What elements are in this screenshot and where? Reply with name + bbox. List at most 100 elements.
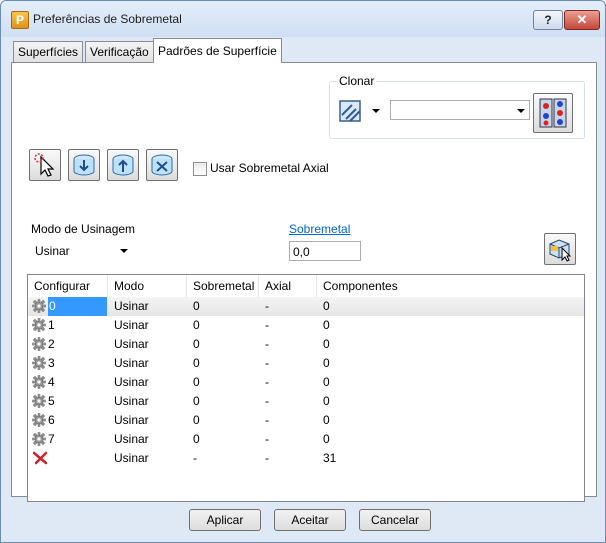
select-surfaces-button[interactable] xyxy=(29,149,61,181)
apply-button[interactable]: Aplicar xyxy=(189,509,261,531)
cell-mode: Usinar xyxy=(114,299,149,313)
help-button[interactable]: ? xyxy=(533,10,563,30)
table-header: Configurar Modo Sobremetal Axial Compone… xyxy=(28,275,584,297)
cell-components: 0 xyxy=(323,318,330,332)
cell-axial: - xyxy=(265,318,269,332)
cell-mode: Usinar xyxy=(114,318,149,332)
cell-components: 0 xyxy=(323,356,330,370)
close-button[interactable]: ✕ xyxy=(564,10,600,30)
arrow-down-cylinder-icon xyxy=(73,154,95,176)
clone-source-dropdown[interactable] xyxy=(390,100,530,120)
cell-axial: - xyxy=(265,356,269,370)
cell-mode: Usinar xyxy=(114,451,149,465)
table-row[interactable]: 7 Usinar 0 - 0 xyxy=(28,430,584,449)
column-header-set[interactable]: Configurar xyxy=(28,275,108,297)
cell-allowance: 0 xyxy=(193,318,200,332)
cell-axial: - xyxy=(265,299,269,313)
chevron-down-icon xyxy=(120,249,128,253)
axial-allowance-checkbox[interactable] xyxy=(193,162,207,176)
accept-button[interactable]: Aceitar xyxy=(274,509,346,531)
cell-axial: - xyxy=(265,337,269,351)
clone-type-icon xyxy=(339,100,361,122)
gear-icon xyxy=(32,356,46,370)
gear-icon xyxy=(32,413,46,427)
acquire-set-up-button[interactable] xyxy=(107,149,139,181)
gear-icon xyxy=(32,375,46,389)
gear-icon xyxy=(32,337,46,351)
axial-allowance-label: Usar Sobremetal Axial xyxy=(210,161,329,175)
machining-mode-value: Usinar xyxy=(35,244,70,258)
cell-axial: - xyxy=(265,413,269,427)
tab-surfaces[interactable]: Superfícies xyxy=(13,41,84,62)
allowance-input[interactable]: 0,0 xyxy=(289,241,361,261)
table-row[interactable]: 0 Usinar 0 - 0 xyxy=(28,297,584,316)
cell-allowance: - xyxy=(193,451,197,465)
table-row[interactable]: 3 Usinar 0 - 0 xyxy=(28,354,584,373)
cell-components: 0 xyxy=(323,375,330,389)
preview-button[interactable] xyxy=(544,233,576,265)
column-header-mode[interactable]: Modo xyxy=(108,275,187,297)
arrow-up-cylinder-icon xyxy=(112,154,134,176)
cell-axial: - xyxy=(265,432,269,446)
cell-set: 4 xyxy=(48,375,55,389)
dialog-window: P Preferências de Sobremetal ? ✕ Superfí… xyxy=(0,0,606,543)
cell-mode: Usinar xyxy=(114,394,149,408)
cell-allowance: 0 xyxy=(193,356,200,370)
cell-mode: Usinar xyxy=(114,432,149,446)
column-header-components[interactable]: Componentes xyxy=(317,275,584,297)
table-row[interactable]: 1 Usinar 0 - 0 xyxy=(28,316,584,335)
reset-set-button[interactable] xyxy=(146,149,178,181)
cell-components: 0 xyxy=(323,432,330,446)
cell-allowance: 0 xyxy=(193,337,200,351)
column-header-axial[interactable]: Axial xyxy=(259,275,317,297)
chevron-down-icon xyxy=(517,109,525,113)
cell-components: 0 xyxy=(323,413,330,427)
tab-verification[interactable]: Verificação xyxy=(85,41,154,62)
model-cursor-icon xyxy=(549,239,572,262)
cell-mode: Usinar xyxy=(114,356,149,370)
clone-group-label: Clonar xyxy=(337,74,377,88)
cell-set: 2 xyxy=(48,337,55,351)
cell-allowance: 0 xyxy=(193,394,200,408)
cell-axial: - xyxy=(265,451,269,465)
apply-set-down-button[interactable] xyxy=(68,149,100,181)
cancel-button[interactable]: Cancelar xyxy=(359,509,431,531)
table-row[interactable]: 6 Usinar 0 - 0 xyxy=(28,411,584,430)
chevron-down-icon xyxy=(372,109,380,113)
cell-allowance: 0 xyxy=(193,432,200,446)
cell-mode: Usinar xyxy=(114,375,149,389)
cell-allowance: 0 xyxy=(193,299,200,313)
cell-axial: - xyxy=(265,375,269,389)
table-row[interactable]: 5 Usinar 0 - 0 xyxy=(28,392,584,411)
cell-set: 6 xyxy=(48,413,55,427)
cell-allowance: 0 xyxy=(193,413,200,427)
red-x-icon xyxy=(32,451,48,465)
app-icon: P xyxy=(11,11,29,29)
tool-cylinder-icon xyxy=(151,154,173,176)
cursor-select-icon xyxy=(34,153,55,177)
cell-set: 3 xyxy=(48,356,55,370)
cell-allowance: 0 xyxy=(193,375,200,389)
cell-components: 0 xyxy=(323,394,330,408)
clone-button[interactable] xyxy=(533,93,573,133)
gear-icon xyxy=(32,394,46,408)
table-row[interactable]: Usinar - - 31 xyxy=(28,449,584,468)
tab-surface-defaults[interactable]: Padrões de Superfície xyxy=(153,38,282,63)
cell-set: 7 xyxy=(48,432,55,446)
cell-set: 0 xyxy=(48,297,107,316)
clone-type-dropdown[interactable] xyxy=(338,99,386,123)
allowance-link[interactable]: Sobremetal xyxy=(289,222,350,236)
cell-axial: - xyxy=(265,394,269,408)
cell-mode: Usinar xyxy=(114,337,149,351)
cell-mode: Usinar xyxy=(114,413,149,427)
cell-set: 5 xyxy=(48,394,55,408)
cell-components: 31 xyxy=(323,451,337,465)
gear-icon xyxy=(32,299,46,313)
table-row[interactable]: 4 Usinar 0 - 0 xyxy=(28,373,584,392)
clone-pattern-icon xyxy=(539,98,567,128)
machining-mode-dropdown[interactable]: Usinar xyxy=(31,241,132,261)
title-bar[interactable]: P Preferências de Sobremetal ? ✕ xyxy=(1,1,605,37)
column-header-allowance[interactable]: Sobremetal xyxy=(187,275,259,297)
machining-mode-label: Modo de Usinagem xyxy=(31,222,136,236)
table-row[interactable]: 2 Usinar 0 - 0 xyxy=(28,335,584,354)
